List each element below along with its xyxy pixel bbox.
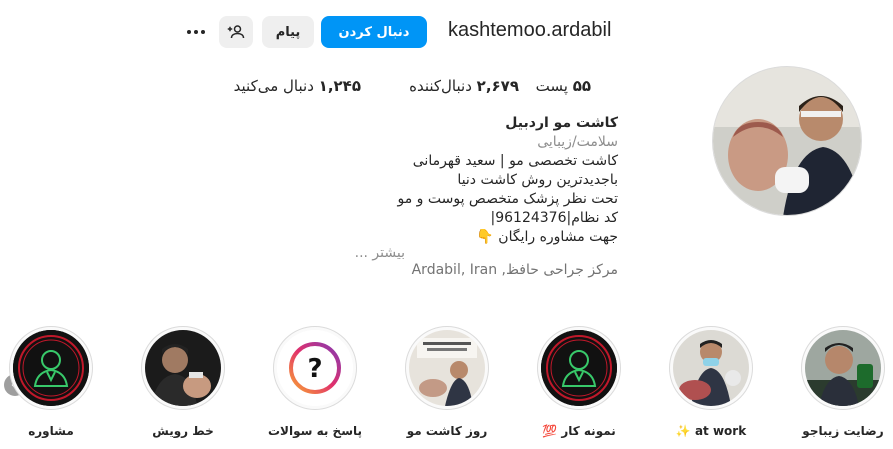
bio-location[interactable]: مرکز جراحی حافظ, Ardabil, Iran <box>412 261 618 280</box>
highlight-label: روز کاشت مو <box>406 424 488 438</box>
highlight-cover <box>409 330 485 406</box>
bio-line: تحت نظر پزشک متخصص پوست و مو <box>397 191 618 207</box>
highlight-label: at work ✨ <box>675 424 747 438</box>
highlight-item[interactable] <box>669 326 753 410</box>
profile-username: kashtemoo.ardabil <box>448 19 612 41</box>
highlight-cover <box>541 330 617 406</box>
message-button[interactable]: پیام <box>262 16 314 48</box>
question-mark-icon: ? <box>277 330 353 406</box>
bio-line: کاشت تخصصی مو | سعید قهرمانی <box>412 153 618 169</box>
highlight-cover <box>673 330 749 406</box>
followers-label: دنبال‌کننده <box>409 77 472 95</box>
highlight-label: پاسخ به سوالات <box>267 424 363 438</box>
posts-count: ۵۵ <box>572 77 591 95</box>
highlight-item[interactable] <box>9 326 93 410</box>
highlight-cover <box>805 330 881 406</box>
bio-line: باجدیدترین روش کاشت دنیا <box>457 172 618 188</box>
highlight-label: مشاوره <box>28 424 74 438</box>
follow-button[interactable]: دنبال کردن <box>321 16 427 48</box>
bio-line: کد نظام|96124376| <box>490 210 618 226</box>
person-outline-icon <box>541 330 617 406</box>
highlight-item[interactable]: ? <box>273 326 357 410</box>
highlight-cover-image <box>805 330 881 406</box>
profile-avatar[interactable] <box>712 66 862 216</box>
highlight-cover: ? <box>277 330 353 406</box>
highlight-cover-image <box>145 330 221 406</box>
stat-followers[interactable]: ۲,۶۷۹ دنبال‌کننده <box>409 77 519 95</box>
bio-category: سلامت/زیبایی <box>537 134 618 150</box>
highlight-label: رضایت زیباجو <box>802 424 884 438</box>
bio-line: جهت مشاوره رایگان 👇 <box>476 229 618 245</box>
suggested-users-button[interactable] <box>219 16 253 48</box>
highlight-item[interactable] <box>405 326 489 410</box>
stat-following[interactable]: ۱,۲۴۵ دنبال می‌کنید <box>234 77 361 95</box>
highlight-item[interactable] <box>537 326 621 410</box>
posts-label: پست <box>535 77 568 95</box>
svg-text:?: ? <box>307 354 322 384</box>
highlight-item[interactable] <box>801 326 885 410</box>
stat-posts: ۵۵ پست <box>536 77 591 95</box>
highlight-cover-image <box>673 330 749 406</box>
highlight-item[interactable] <box>141 326 225 410</box>
following-label: دنبال می‌کنید <box>233 77 314 95</box>
more-options-button[interactable] <box>180 16 212 48</box>
highlight-cover-image <box>409 330 485 406</box>
highlight-cover <box>13 330 89 406</box>
person-plus-icon <box>227 25 245 39</box>
avatar-photo <box>713 67 861 215</box>
highlight-label: نمونه کار 💯 <box>542 424 616 438</box>
more-horizontal-icon <box>187 30 205 34</box>
followers-count: ۲,۶۷۹ <box>476 77 519 95</box>
person-outline-icon <box>13 330 89 406</box>
highlight-label: خط رویش <box>152 424 214 438</box>
bio-full-name: کاشت مو اردبیل <box>505 115 618 131</box>
bio-more-link[interactable]: بیشتر ... <box>355 244 405 263</box>
following-count: ۱,۲۴۵ <box>318 77 361 95</box>
highlight-cover <box>145 330 221 406</box>
